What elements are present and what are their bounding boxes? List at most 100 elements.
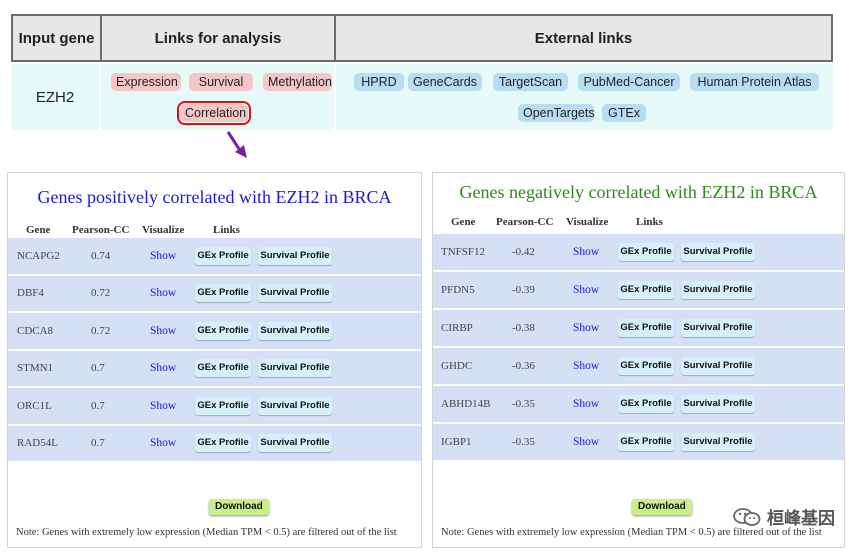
gex-profile-button[interactable]: GEx Profile — [195, 434, 251, 453]
pearson-cc-value: -0.36 — [512, 360, 535, 372]
methylation-link[interactable]: Methylation — [263, 73, 332, 91]
gene-row: TNFSF12 -0.42 Show GEx Profile Survival Prof… — [433, 234, 844, 272]
pointer-arrow-icon — [226, 131, 247, 158]
gex-profile-button[interactable]: GEx Profile — [195, 321, 251, 340]
show-link[interactable]: Show — [573, 424, 599, 460]
show-link[interactable]: Show — [573, 386, 599, 422]
pearson-cc-value: 0.72 — [91, 324, 111, 337]
col-links: Links — [213, 224, 240, 236]
pearson-cc-value: -0.39 — [512, 284, 535, 296]
download-button[interactable]: Download — [209, 499, 269, 515]
col-gene: Gene — [451, 216, 476, 228]
negative-gene-list: TNFSF12 -0.42 Show GEx Profile Survival Prof… — [433, 234, 844, 462]
col-gene: Gene — [26, 224, 51, 236]
pearson-cc-value: 0.7 — [91, 362, 105, 375]
header-input-gene: Input gene — [11, 14, 102, 62]
gene-row: CIRBP -0.38 Show GEx Profile Survival Profil… — [433, 310, 844, 348]
gene-row: DBF4 0.72 Show GEx Profile Survival Profile — [8, 276, 421, 313]
targetscan-link[interactable]: TargetScan — [493, 73, 568, 91]
gex-profile-button[interactable]: GEx Profile — [195, 396, 251, 415]
positive-panel-title: Genes positively correlated with EZH2 in… — [37, 187, 392, 207]
show-link[interactable]: Show — [573, 348, 599, 384]
survival-profile-button[interactable]: Survival Profile — [258, 321, 332, 340]
survival-profile-button[interactable]: Survival Profile — [681, 319, 755, 337]
gene-name: IGBP1 — [441, 436, 472, 448]
show-link[interactable]: Show — [150, 276, 176, 312]
gex-profile-button[interactable]: GEx Profile — [195, 284, 251, 303]
col-visualize: Visualize — [566, 216, 609, 228]
pearson-cc-value: 0.7 — [91, 437, 105, 450]
gtex-link[interactable]: GTEx — [602, 104, 646, 122]
pearson-cc-value: -0.35 — [512, 436, 535, 448]
expression-link[interactable]: Expression — [111, 73, 181, 91]
pearson-cc-value: -0.35 — [512, 398, 535, 410]
survival-profile-button[interactable]: Survival Profile — [681, 357, 755, 375]
gene-name: TNFSF12 — [441, 246, 486, 258]
survival-profile-button[interactable]: Survival Profile — [681, 281, 755, 299]
gene-name: RAD54L — [17, 437, 58, 450]
gene-row: STMN1 0.7 Show GEx Profile Survival Profile — [8, 351, 421, 388]
gex-profile-button[interactable]: GEx Profile — [618, 243, 674, 261]
pearson-cc-value: -0.42 — [512, 246, 535, 258]
gex-profile-button[interactable]: GEx Profile — [618, 281, 674, 299]
gene-links-table: Input gene Links for analysis External l… — [11, 14, 833, 132]
negative-panel-title: Genes negatively correlated with EZH2 in… — [459, 182, 818, 202]
gex-profile-button[interactable]: GEx Profile — [618, 319, 674, 337]
show-link[interactable]: Show — [573, 234, 599, 270]
negative-correlation-panel: Genes negatively correlated with EZH2 in… — [432, 172, 845, 548]
show-link[interactable]: Show — [150, 388, 176, 424]
analysis-links-cell: Expression Survival Methylation Correlat… — [101, 64, 334, 130]
survival-profile-button[interactable]: Survival Profile — [681, 433, 755, 451]
opentargets-link[interactable]: OpenTargets — [518, 104, 595, 122]
gene-name: DBF4 — [17, 287, 44, 300]
survival-profile-button[interactable]: Survival Profile — [258, 246, 332, 265]
download-button[interactable]: Download — [632, 499, 692, 515]
show-link[interactable]: Show — [150, 238, 176, 274]
filter-note: Note: Genes with extremely low expressio… — [16, 527, 397, 538]
survival-profile-button[interactable]: Survival Profile — [258, 359, 332, 378]
header-links-for-analysis: Links for analysis — [100, 14, 336, 62]
header-external-links: External links — [334, 14, 833, 62]
gex-profile-button[interactable]: GEx Profile — [618, 433, 674, 451]
pubmed-cancer-link[interactable]: PubMed-Cancer — [578, 73, 680, 91]
survival-profile-button[interactable]: Survival Profile — [258, 434, 332, 453]
gene-name: ORC1L — [17, 399, 52, 412]
wechat-icon — [733, 507, 761, 526]
show-link[interactable]: Show — [150, 351, 176, 387]
gex-profile-button[interactable]: GEx Profile — [195, 246, 251, 265]
show-link[interactable]: Show — [573, 310, 599, 346]
show-link[interactable]: Show — [573, 272, 599, 308]
gene-name: CDCA8 — [17, 324, 54, 337]
watermark-text: 桓峰基因 — [767, 509, 835, 529]
gene-row: PFDN5 -0.39 Show GEx Profile Survival Profil… — [433, 272, 844, 310]
gene-row: RAD54L 0.7 Show GEx Profile Survival Profile — [8, 426, 421, 463]
correlation-link[interactable]: Correlation — [177, 101, 251, 125]
survival-link[interactable]: Survival — [189, 73, 253, 91]
col-links: Links — [636, 216, 663, 228]
hprd-link[interactable]: HPRD — [354, 73, 404, 91]
human-protein-atlas-link[interactable]: Human Protein Atlas — [690, 73, 819, 91]
gene-row: CDCA8 0.72 Show GEx Profile Survival Profile — [8, 313, 421, 351]
col-pearson-cc: Pearson-CC — [72, 224, 130, 236]
gex-profile-button[interactable]: GEx Profile — [618, 395, 674, 413]
pearson-cc-value: 0.7 — [91, 399, 105, 412]
genecards-link[interactable]: GeneCards — [408, 73, 482, 91]
gene-name: PFDN5 — [441, 284, 475, 296]
gex-profile-button[interactable]: GEx Profile — [618, 357, 674, 375]
gex-profile-button[interactable]: GEx Profile — [195, 359, 251, 378]
show-link[interactable]: Show — [150, 426, 176, 462]
gene-row: ORC1L 0.7 Show GEx Profile Survival Profile — [8, 388, 421, 426]
show-link[interactable]: Show — [150, 313, 176, 349]
gene-name: NCAPG2 — [17, 249, 60, 262]
col-visualize: Visualize — [142, 224, 185, 236]
survival-profile-button[interactable]: Survival Profile — [258, 284, 332, 303]
survival-profile-button[interactable]: Survival Profile — [681, 243, 755, 261]
external-links-cell: HPRD GeneCards TargetScan PubMed-Cancer … — [336, 64, 833, 130]
gene-name: ABHD14B — [441, 398, 491, 410]
pearson-cc-value: 0.74 — [91, 249, 111, 262]
positive-correlation-panel: Genes positively correlated with EZH2 in… — [7, 172, 422, 548]
survival-profile-button[interactable]: Survival Profile — [258, 396, 332, 415]
gene-row: IGBP1 -0.35 Show GEx Profile Survival Profil… — [433, 424, 844, 462]
survival-profile-button[interactable]: Survival Profile — [681, 395, 755, 413]
gene-name: GHDC — [441, 360, 473, 372]
